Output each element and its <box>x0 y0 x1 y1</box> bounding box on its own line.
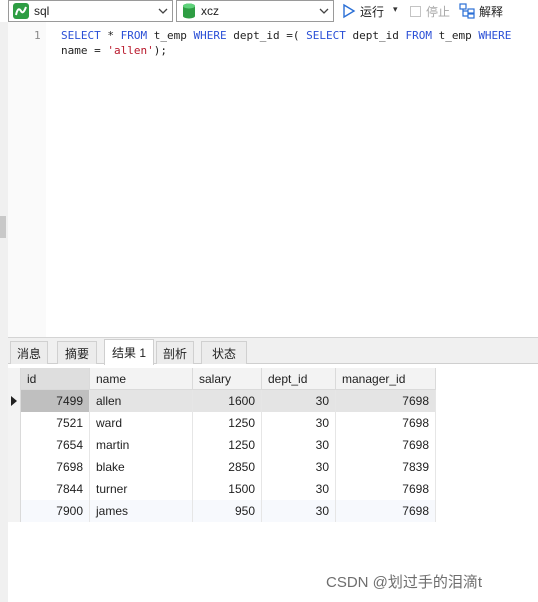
table-row[interactable]: 7654 martin 1250 30 7698 <box>8 434 436 456</box>
cell-id[interactable]: 7521 <box>21 412 90 434</box>
tab-status[interactable]: 状态 <box>201 341 247 364</box>
connection-value: sql <box>34 4 50 18</box>
database-value: xcz <box>201 4 219 18</box>
cell-name[interactable]: turner <box>90 478 193 500</box>
cell-salary[interactable]: 1600 <box>193 390 262 412</box>
table-row[interactable]: 7698 blake 2850 30 7839 <box>8 456 436 478</box>
tab-summary[interactable]: 摘要 <box>57 341 97 364</box>
cell-dept-id[interactable]: 30 <box>262 500 336 522</box>
cell-manager-id[interactable]: 7698 <box>336 390 436 412</box>
cell-dept-id[interactable]: 30 <box>262 434 336 456</box>
explain-label: 解释 <box>479 4 504 19</box>
cell-dept-id[interactable]: 30 <box>262 390 336 412</box>
cell-name[interactable]: ward <box>90 412 193 434</box>
database-icon <box>183 3 195 19</box>
run-dropdown-icon[interactable]: ▾ <box>393 4 398 15</box>
row-selector[interactable] <box>8 412 21 434</box>
splitter-handle[interactable] <box>0 216 6 238</box>
table-row[interactable]: 7499 allen 1600 30 7698 <box>8 390 436 412</box>
column-header-name[interactable]: name <box>90 368 193 390</box>
sql-text: name = <box>61 44 108 57</box>
sql-code[interactable]: SELECT * FROM t_emp WHERE dept_id =( SEL… <box>61 28 511 58</box>
cell-name[interactable]: martin <box>90 434 193 456</box>
cell-manager-id[interactable]: 7698 <box>336 434 436 456</box>
column-header-salary[interactable]: salary <box>193 368 262 390</box>
sql-text: t_emp <box>431 29 479 42</box>
sql-keyword: WHERE <box>193 29 227 42</box>
cell-manager-id[interactable]: 7698 <box>336 500 436 522</box>
sql-text: ); <box>153 44 167 57</box>
cell-dept-id[interactable]: 30 <box>262 456 336 478</box>
cell-id[interactable]: 7499 <box>21 390 90 412</box>
tab-result-1[interactable]: 结果 1 <box>104 339 154 365</box>
play-icon <box>343 3 356 19</box>
chevron-down-icon[interactable] <box>157 6 169 16</box>
database-select[interactable]: xcz <box>176 0 334 22</box>
row-selector[interactable] <box>8 368 21 390</box>
cell-manager-id[interactable]: 7698 <box>336 412 436 434</box>
sql-keyword: FROM <box>405 29 432 42</box>
cell-name[interactable]: james <box>90 500 193 522</box>
line-number: 1 <box>34 29 41 42</box>
tab-messages[interactable]: 消息 <box>10 341 48 364</box>
cell-salary[interactable]: 1500 <box>193 478 262 500</box>
cell-id[interactable]: 7844 <box>21 478 90 500</box>
cell-id[interactable]: 7698 <box>21 456 90 478</box>
cell-name[interactable]: allen <box>90 390 193 412</box>
result-tabbar: 消息 摘要 结果 1 剖析 状态 <box>8 338 538 365</box>
stop-icon <box>410 5 421 17</box>
sql-editor[interactable]: 1 SELECT * FROM t_emp WHERE dept_id =( S… <box>8 22 538 338</box>
row-selector[interactable] <box>8 456 21 478</box>
sql-text: t_emp <box>147 29 194 42</box>
cell-id[interactable]: 7900 <box>21 500 90 522</box>
sql-text: * <box>100 29 121 42</box>
query-toolbar: sql xcz 运行 ▾ 停止 解释 <box>0 0 538 22</box>
cell-dept-id[interactable]: 30 <box>262 412 336 434</box>
sql-text: dept_id =( <box>226 29 307 42</box>
cell-manager-id[interactable]: 7698 <box>336 478 436 500</box>
row-selector[interactable] <box>8 390 21 412</box>
cell-id[interactable]: 7654 <box>21 434 90 456</box>
row-selector[interactable] <box>8 434 21 456</box>
sql-keyword: SELECT <box>306 29 346 42</box>
line-gutter: 1 <box>8 22 46 338</box>
stop-button[interactable]: 停止 <box>410 0 450 22</box>
column-header-manager-id[interactable]: manager_id <box>336 368 436 390</box>
cell-manager-id[interactable]: 7839 <box>336 456 436 478</box>
tab-profile[interactable]: 剖析 <box>156 341 194 364</box>
code-line: SELECT * FROM t_emp WHERE dept_id =( SEL… <box>61 28 511 43</box>
run-button[interactable]: 运行 <box>342 0 384 22</box>
table-row[interactable]: 7521 ward 1250 30 7698 <box>8 412 436 434</box>
connection-select[interactable]: sql <box>8 0 173 22</box>
watermark: CSDN @划过手的泪滴t <box>326 574 483 591</box>
explain-button[interactable]: 解释 <box>459 0 503 22</box>
table-row[interactable]: 7900 james 950 30 7698 <box>8 500 436 522</box>
explain-icon <box>459 3 475 19</box>
row-selector[interactable] <box>8 478 21 500</box>
sql-keyword: WHERE <box>478 29 512 42</box>
stop-label: 停止 <box>426 4 451 19</box>
table-row[interactable]: 7844 turner 1500 30 7698 <box>8 478 436 500</box>
row-selector[interactable] <box>8 500 21 522</box>
table-header[interactable]: id name salary dept_id manager_id <box>8 368 436 390</box>
sql-keyword: SELECT <box>61 29 101 42</box>
code-line: name = 'allen'); <box>61 43 511 58</box>
sql-string: 'allen' <box>107 44 154 57</box>
current-row-arrow-icon <box>11 396 17 406</box>
cell-salary[interactable]: 950 <box>193 500 262 522</box>
cell-salary[interactable]: 1250 <box>193 412 262 434</box>
sql-keyword: FROM <box>120 29 148 42</box>
cell-name[interactable]: blake <box>90 456 193 478</box>
cell-salary[interactable]: 2850 <box>193 456 262 478</box>
left-edge-strip <box>0 0 8 602</box>
cell-dept-id[interactable]: 30 <box>262 478 336 500</box>
connection-icon <box>13 3 29 19</box>
run-label: 运行 <box>360 4 385 19</box>
sql-text: dept_id <box>345 29 406 42</box>
column-header-dept-id[interactable]: dept_id <box>262 368 336 390</box>
chevron-down-icon[interactable] <box>318 6 330 16</box>
cell-salary[interactable]: 1250 <box>193 434 262 456</box>
column-header-id[interactable]: id <box>21 368 90 390</box>
